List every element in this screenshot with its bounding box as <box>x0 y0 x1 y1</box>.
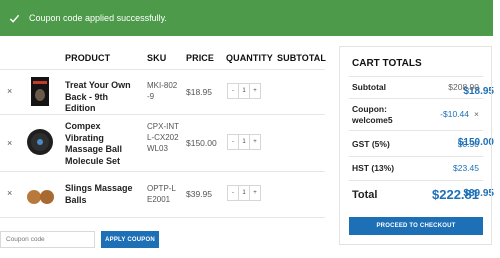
product-image-massage-balls[interactable] <box>25 180 55 210</box>
qty-increase-button[interactable]: + <box>250 186 260 200</box>
divider <box>0 217 325 218</box>
remove-item-icon[interactable]: × <box>7 138 12 148</box>
remove-item-icon[interactable]: × <box>7 86 12 96</box>
quantity-stepper[interactable]: - 1 + <box>227 185 261 201</box>
qty-input[interactable]: 1 <box>238 186 250 200</box>
product-image-book[interactable] <box>25 77 55 107</box>
product-name[interactable]: Compex Vibrating Massage Ball Molecule S… <box>65 121 137 167</box>
coupon-label: Coupon: welcome5 <box>352 104 393 125</box>
total-label: Total <box>352 189 378 201</box>
remove-coupon-icon[interactable]: × <box>474 109 479 119</box>
cart-totals-panel: CART TOTALS Subtotal $208.90 Coupon: wel… <box>339 46 492 245</box>
product-price: $150.00 <box>186 138 217 148</box>
qty-increase-button[interactable]: + <box>250 84 260 98</box>
subtotal-label: Subtotal <box>352 82 386 92</box>
divider <box>0 69 325 70</box>
apply-coupon-button[interactable]: APPLY COUPON <box>101 231 159 248</box>
product-price: $39.95 <box>186 189 212 199</box>
col-header-price: PRICE <box>186 53 215 63</box>
col-header-subtotal: SUBTOTAL <box>277 53 326 63</box>
success-notice: Coupon code applied successfully. <box>0 0 493 36</box>
qty-decrease-button[interactable]: - <box>228 186 238 200</box>
total-value: $222.81 <box>432 187 479 202</box>
subtotal-value: $208.90 <box>448 82 479 92</box>
divider <box>349 180 483 181</box>
product-sku: CPX-INTL-CX202WL03 <box>147 122 179 153</box>
qty-input[interactable]: 1 <box>238 135 250 149</box>
product-sku: MKI-802-9 <box>147 81 178 101</box>
divider <box>349 130 483 131</box>
hst-label: HST (13%) <box>352 163 395 173</box>
coupon-discount-value: -$10.44 <box>440 109 469 119</box>
quantity-stepper[interactable]: - 1 + <box>227 134 261 150</box>
cart-totals-title: CART TOTALS <box>352 58 422 69</box>
notice-message: Coupon code applied successfully. <box>29 13 167 23</box>
col-header-quantity: QUANTITY <box>226 53 273 63</box>
product-sku: OPTP-LE2001 <box>147 184 176 204</box>
divider <box>349 76 483 77</box>
proceed-to-checkout-button[interactable]: PROCEED TO CHECKOUT <box>349 217 483 235</box>
qty-decrease-button[interactable]: - <box>228 135 238 149</box>
divider <box>349 156 483 157</box>
coupon-input[interactable]: Coupon code <box>0 231 95 248</box>
remove-item-icon[interactable]: × <box>7 188 12 198</box>
hst-value: $23.45 <box>453 163 479 173</box>
check-icon <box>8 12 20 24</box>
qty-increase-button[interactable]: + <box>250 135 260 149</box>
product-name[interactable]: Slings Massage Balls <box>65 183 137 206</box>
divider <box>0 114 325 115</box>
gst-label: GST (5%) <box>352 139 390 149</box>
product-name[interactable]: Treat Your Own Back - 9th Edition <box>65 80 137 115</box>
divider <box>349 98 483 99</box>
divider <box>0 171 325 172</box>
qty-decrease-button[interactable]: - <box>228 84 238 98</box>
product-image-massage-ball[interactable] <box>25 127 55 157</box>
col-header-sku: SKU <box>147 53 167 63</box>
quantity-stepper[interactable]: - 1 + <box>227 83 261 99</box>
gst-value: $0.90 <box>457 139 479 149</box>
col-header-product: PRODUCT <box>65 53 111 63</box>
product-price: $18.95 <box>186 87 212 97</box>
qty-input[interactable]: 1 <box>238 84 250 98</box>
